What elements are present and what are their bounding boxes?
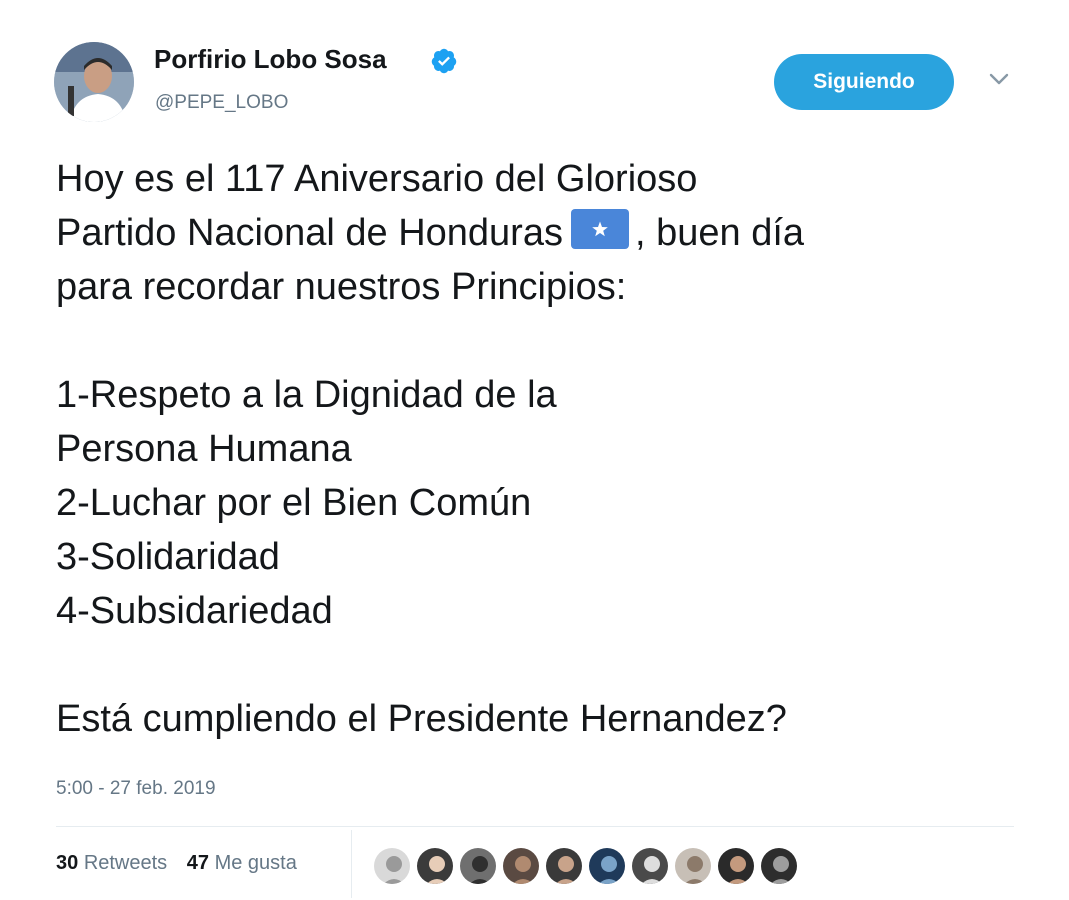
liker-avatar[interactable] — [544, 846, 584, 886]
tweet-card: Porfirio Lobo Sosa @PEPE_LOBO Siguiendo … — [0, 0, 1069, 900]
retweets-label: Retweets — [83, 852, 168, 874]
tweet-line: Está cumpliendo el Presidente Hernandez? — [56, 698, 787, 740]
liker-avatar[interactable] — [630, 846, 670, 886]
tweet-line: para recordar nuestros Principios: — [56, 266, 627, 308]
tweet-line: 3-Solidaridad — [56, 536, 280, 578]
tweet-line-part: , buen día — [634, 212, 805, 254]
liker-avatar[interactable] — [587, 846, 627, 886]
author-avatar[interactable] — [54, 42, 134, 122]
liker-avatar[interactable] — [759, 846, 799, 886]
liker-avatar[interactable] — [458, 846, 498, 886]
stats-separator — [351, 830, 352, 898]
liker-avatar[interactable] — [673, 846, 713, 886]
following-button[interactable]: Siguiendo — [774, 54, 954, 110]
likes-stat[interactable]: 47 Me gusta — [187, 852, 297, 874]
tweet-line-part: Partido Nacional de Honduras — [56, 212, 563, 254]
flag-honduras-icon — [570, 209, 629, 249]
retweets-count: 30 — [56, 852, 79, 874]
liker-avatar[interactable] — [415, 846, 455, 886]
tweet-text: Hoy es el 117 Aniversario del Glorioso P… — [56, 152, 1016, 746]
tweet-line: 4-Subsidariedad — [56, 590, 333, 632]
tweet-line: Partido Nacional de Honduras , buen día — [56, 206, 1016, 260]
author-name[interactable]: Porfirio Lobo Sosa — [154, 44, 387, 75]
likes-label: Me gusta — [214, 852, 297, 874]
chevron-down-icon[interactable] — [986, 68, 1012, 90]
author-handle[interactable]: @PEPE_LOBO — [155, 92, 288, 114]
tweet-line: 2-Luchar por el Bien Común — [56, 482, 532, 524]
tweet-timestamp[interactable]: 5:00 - 27 feb. 2019 — [56, 778, 216, 800]
liker-avatar[interactable] — [372, 846, 412, 886]
verified-badge-icon — [431, 48, 457, 74]
tweet-line: 1-Respeto a la Dignidad de la — [56, 374, 557, 416]
liker-avatar[interactable] — [501, 846, 541, 886]
liker-avatar[interactable] — [716, 846, 756, 886]
divider — [56, 826, 1014, 827]
tweet-line: Hoy es el 117 Aniversario del Glorioso — [56, 158, 698, 200]
tweet-stats: 30 Retweets 47 Me gusta — [56, 852, 311, 875]
retweets-stat[interactable]: 30 Retweets — [56, 852, 167, 874]
tweet-line: Persona Humana — [56, 428, 352, 470]
likes-count: 47 — [186, 852, 209, 874]
